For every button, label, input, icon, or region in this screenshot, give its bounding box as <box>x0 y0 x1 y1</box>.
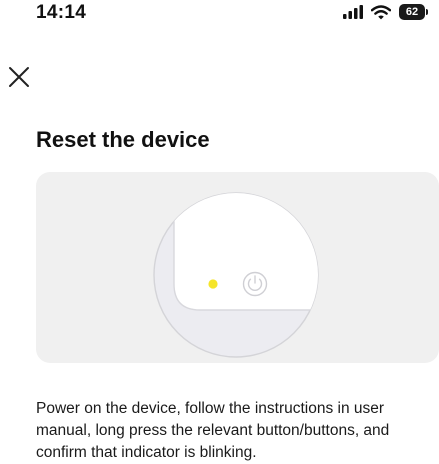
status-icons: 62 <box>343 4 428 20</box>
battery-level: 62 <box>405 6 419 18</box>
wifi-icon <box>371 4 391 19</box>
device-corner <box>173 193 318 311</box>
signal-icon <box>343 5 363 19</box>
close-icon[interactable] <box>6 64 32 90</box>
battery-icon: 62 <box>399 4 428 20</box>
page-title: Reset the device <box>36 127 210 152</box>
status-time: 14:14 <box>36 2 87 23</box>
device-illustration <box>36 172 439 363</box>
status-bar: 14:14 62 <box>0 0 439 34</box>
indicator-light <box>208 279 218 289</box>
instructions-text: Power on the device, follow the instruct… <box>36 400 390 461</box>
